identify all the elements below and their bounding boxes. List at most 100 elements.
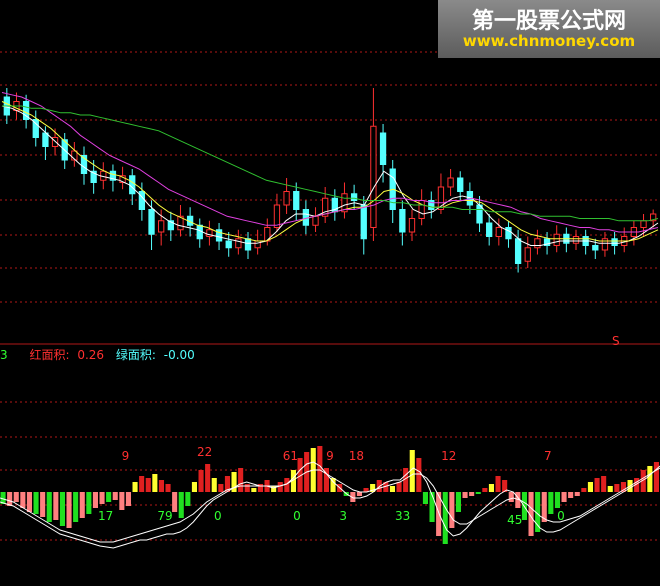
candle-body [534,238,541,249]
indicator-bar [389,486,395,492]
indicator-bar [152,474,158,492]
watermark-title: 第一股票公式网 [471,9,626,34]
chart-window: S 9 22 61 18 9 12 7 17 79 0 0 3 33 45 0 第一股票公式网 www.chn… [0,0,660,586]
candle-body [592,245,599,251]
indicator-prefix: 3 [0,348,8,362]
annotation-label: 17 [98,509,113,523]
indicator-bar [422,492,428,504]
indicator-bar [462,492,468,498]
indicator-bar [244,484,250,492]
indicator-bar [198,470,204,492]
candle-body [283,191,290,206]
indicator-bar [13,492,19,502]
indicator-bar [172,492,178,512]
indicator-bar [211,478,217,492]
candle-body [350,193,358,201]
indicator-bar [277,482,283,492]
indicator-bar [158,480,164,492]
indicator-bar [449,492,455,528]
candle-body [235,238,242,249]
red-area-label: 红面积: [29,348,70,362]
indicator-bar [92,492,98,508]
indicator-bar [139,476,145,492]
candle-body [379,132,387,165]
candle-body [495,227,502,237]
indicator-bar [86,492,92,514]
indicator-bar [647,466,653,492]
indicator-bar [488,484,494,492]
indicator-bar [594,478,600,492]
watermark-url: www.chnmoney.com [462,32,636,50]
candle-body [148,209,155,235]
indicator-bar [442,492,448,544]
candle-body [572,236,580,244]
candle-body [254,240,261,249]
indicator-bar [356,492,362,496]
green-area-label: 绿面积: [115,348,156,362]
indicator-bar [99,492,105,504]
stock-chart: S9 22 61 189 12 717 79 0 0 3 33 45 0 [0,51,660,549]
annotation-label: 9 [122,449,130,463]
indicator-bar [73,492,79,522]
annotation-label: 79 [157,509,172,523]
indicator-bar [469,492,475,496]
indicator-bar [185,492,191,506]
indicator-bar [125,492,131,506]
indicator-bar [482,488,488,492]
candle-body [302,209,310,226]
annotation-label: 0 [293,509,301,523]
candle-body [524,247,531,262]
green-area-value: -0.00 [163,348,195,362]
indicator-bar [53,492,59,520]
candle-body [553,233,560,246]
indicator-bar [568,492,574,498]
candle-body [312,215,319,226]
candle-body [129,175,136,195]
candle-body [273,204,281,228]
indicator-bar [59,492,65,526]
indicator-bar [601,476,607,492]
indicator-bar [561,492,567,502]
indicator-bar [178,492,184,518]
candle-body [51,137,59,147]
indicator-legend: 3 红面积: 0.26 绿面积: -0.00 [0,346,199,363]
indicator-bar [145,478,151,492]
indicator-bar [508,492,514,502]
indicator-bar [106,492,112,502]
indicator-bar [20,492,26,508]
candle-body [360,204,367,240]
indicator-bar [46,492,52,522]
candle-body [42,132,49,147]
indicator-bar [33,492,39,514]
indicator-bar [26,492,32,512]
candle-body [370,125,377,228]
candle-body [293,191,300,210]
indicator-bar [191,482,197,492]
indicator-bar [587,482,593,492]
annotation-label: 61 [283,449,298,463]
candle-body [486,222,493,237]
indicator-bar [132,482,138,492]
indicator-bar [396,482,402,492]
indicator-bar [554,492,560,508]
indicator-bar [40,492,46,517]
indicator-bar [79,492,85,518]
candle-body [158,220,165,233]
indicator-bar [581,488,587,492]
indicator-bar [416,458,422,492]
indicator-bar [376,480,382,492]
candle-body [611,238,618,246]
candle-body [640,220,647,228]
candle-body [505,227,512,240]
indicator-bar [455,492,461,512]
red-area-value: 0.26 [77,348,105,362]
annotation-label: 22 [197,445,212,459]
indicator-bar [205,464,211,492]
annotation-label: 33 [395,509,410,523]
indicator-bar [495,476,501,492]
annotation-label: 45 [507,513,522,527]
indicator-bar [165,484,171,492]
annotation-label: 12 [441,449,456,463]
indicator-bar [614,484,620,492]
candle-body [408,218,416,233]
